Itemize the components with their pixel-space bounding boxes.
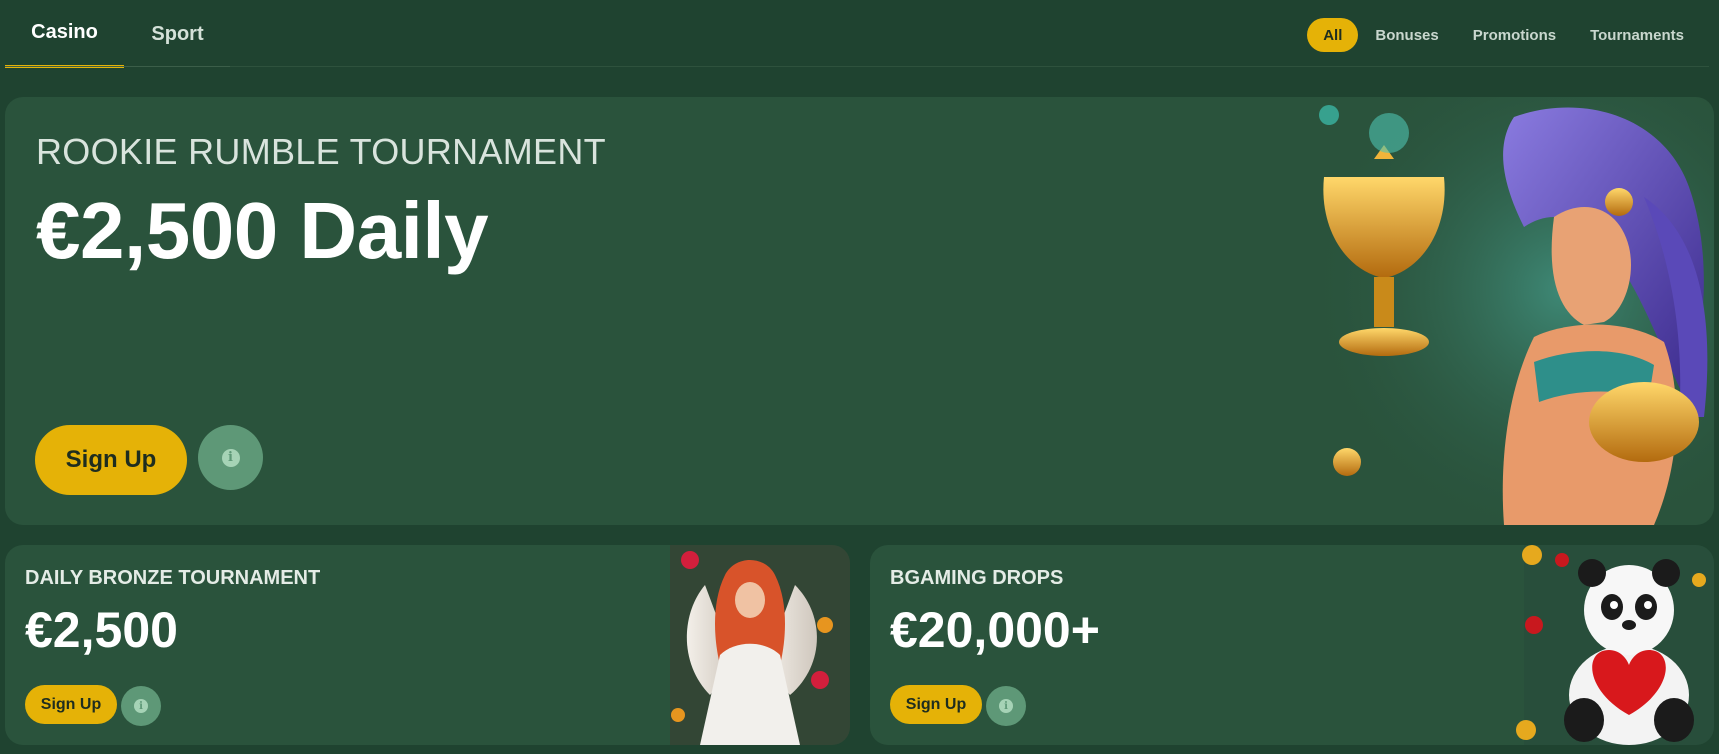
tab-casino[interactable]: Casino — [5, 0, 124, 68]
card-info-button[interactable]: i — [121, 686, 161, 726]
promo-card-bgaming-drops: BGAMING DROPS €20,000+ Sign Up i — [870, 545, 1714, 745]
promo-filters: All Bonuses Promotions Tournaments — [1307, 18, 1701, 52]
card-info-button[interactable]: i — [986, 686, 1026, 726]
tabs-divider — [5, 66, 230, 67]
hero-amount: €2,500 Daily — [36, 186, 489, 275]
angel-illustration — [670, 545, 850, 745]
main-tabs: Casino Sport — [5, 0, 231, 68]
info-icon: i — [134, 699, 148, 713]
info-icon: i — [221, 448, 240, 467]
filter-tournaments[interactable]: Tournaments — [1573, 18, 1701, 52]
header-divider — [230, 66, 1709, 67]
card-signup-button[interactable]: Sign Up — [25, 685, 117, 724]
top-navigation: Casino Sport All Bonuses Promotions Tour… — [0, 0, 1719, 68]
filter-all[interactable]: All — [1307, 18, 1359, 52]
hero-kicker: ROOKIE RUMBLE TOURNAMENT — [36, 131, 606, 172]
hero-info-button[interactable]: i — [198, 425, 263, 490]
panda-with-heart-illustration — [1516, 545, 1714, 745]
genie-with-trophy-illustration — [1284, 97, 1714, 525]
promo-card-daily-bronze: DAILY BRONZE TOURNAMENT €2,500 Sign Up i — [5, 545, 850, 745]
hero-promo-card: ROOKIE RUMBLE TOURNAMENT €2,500 Daily Si… — [5, 97, 1714, 525]
card-amount: €2,500 — [25, 602, 178, 658]
hero-signup-button[interactable]: Sign Up — [35, 425, 187, 495]
card-signup-button[interactable]: Sign Up — [890, 685, 982, 724]
card-amount: €20,000+ — [890, 602, 1100, 658]
filter-bonuses[interactable]: Bonuses — [1358, 18, 1455, 52]
filter-promotions[interactable]: Promotions — [1456, 18, 1573, 52]
tab-sport[interactable]: Sport — [124, 0, 231, 68]
card-kicker: DAILY BRONZE TOURNAMENT — [25, 567, 321, 589]
card-kicker: BGAMING DROPS — [890, 567, 1064, 589]
info-icon: i — [999, 699, 1013, 713]
